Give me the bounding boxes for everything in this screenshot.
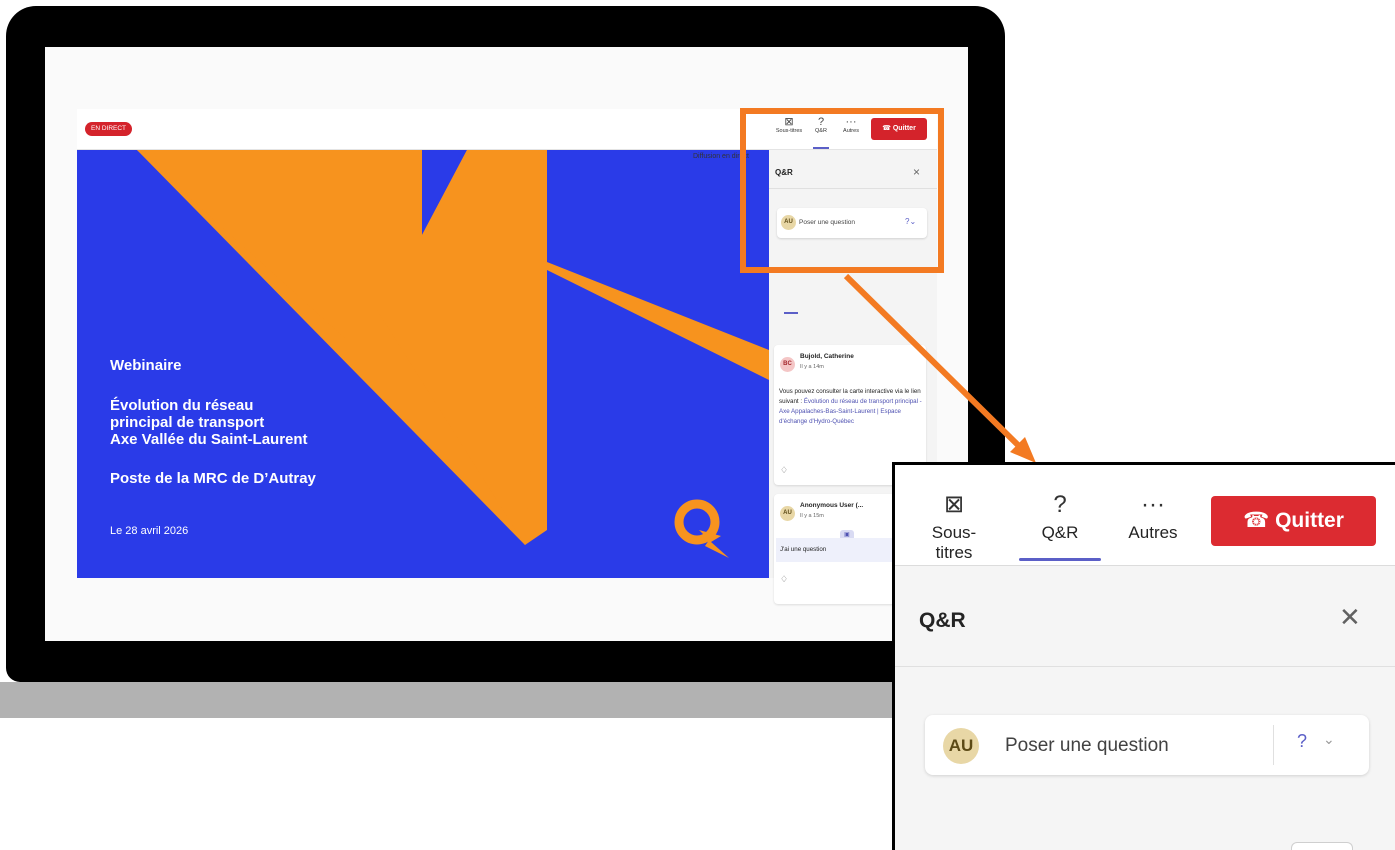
- tab-indicator: [1019, 558, 1101, 561]
- qna-icon: ?: [1053, 491, 1067, 518]
- hang-up-icon: ☎: [1243, 509, 1270, 532]
- ask-placeholder: Poser une question: [1005, 735, 1169, 756]
- divider: [1273, 725, 1274, 765]
- qna-title: Q&R: [919, 609, 966, 632]
- divider: [895, 666, 1395, 667]
- more-icon: ···: [1141, 491, 1165, 518]
- question-type-icon[interactable]: ?: [1297, 731, 1307, 752]
- qna-panel-body: [895, 566, 1395, 850]
- quit-button[interactable]: ☎ Quitter: [1211, 496, 1376, 546]
- zoomed-panel: ⊠ Sous-titres ? Q&R ··· Autres ☎ Quitter…: [892, 462, 1395, 850]
- qna-button[interactable]: ? Q&R: [1031, 487, 1089, 543]
- ask-question-box[interactable]: AU Poser une question ? ⌄: [925, 715, 1369, 775]
- filter-button-peek[interactable]: [1291, 842, 1353, 850]
- captions-button[interactable]: ⊠ Sous-titres: [915, 487, 993, 563]
- close-icon[interactable]: ✕: [1339, 602, 1361, 633]
- avatar: AU: [943, 728, 979, 764]
- more-button[interactable]: ··· Autres: [1121, 487, 1185, 543]
- captions-off-icon: ⊠: [943, 491, 965, 518]
- chevron-down-icon[interactable]: ⌄: [1323, 731, 1335, 748]
